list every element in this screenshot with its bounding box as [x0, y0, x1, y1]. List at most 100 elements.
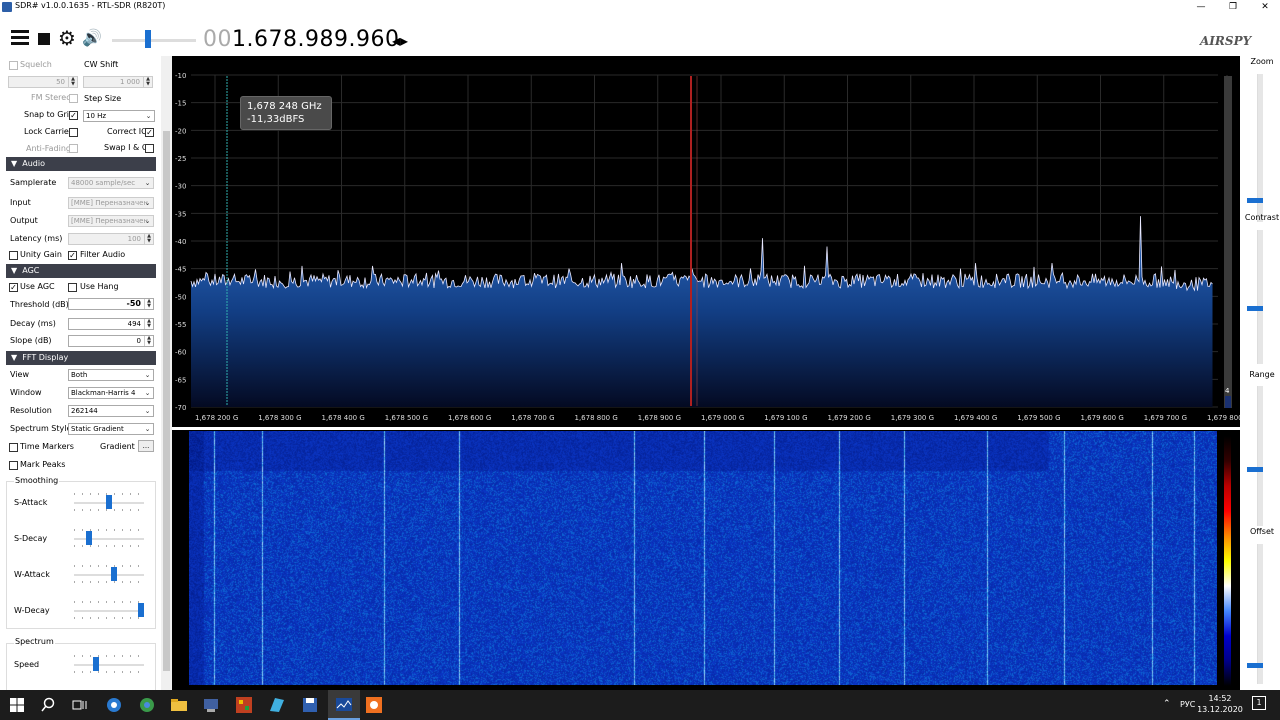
- speed-slider[interactable]: [74, 655, 144, 673]
- w-decay-slider[interactable]: [74, 601, 144, 619]
- left-panel-scrollbar[interactable]: [161, 56, 172, 690]
- recorder-app-icon[interactable]: [364, 695, 384, 715]
- x-tick-label: 1,678 400 G: [322, 414, 365, 422]
- stop-icon[interactable]: [38, 33, 50, 45]
- waterfall-colorbar: [1224, 436, 1231, 686]
- task-view-icon[interactable]: [70, 695, 90, 715]
- s-attack-knob[interactable]: [106, 495, 112, 509]
- notification-icon[interactable]: 1: [1252, 696, 1266, 710]
- frequency-value[interactable]: 1.678.989.960: [232, 27, 399, 52]
- notes-app-icon[interactable]: [267, 695, 287, 715]
- s-decay-knob[interactable]: [85, 531, 92, 545]
- sdrsharp-icon: [336, 698, 352, 711]
- gear-icon[interactable]: ⚙: [58, 28, 76, 48]
- samplerate-select[interactable]: 48000 sample/sec ⌄: [68, 177, 154, 189]
- step-size-select[interactable]: 10 Hz ⌄: [83, 110, 155, 122]
- s-decay-slider[interactable]: [74, 529, 144, 547]
- view-select[interactable]: Both ⌄: [68, 369, 154, 381]
- speaker-icon[interactable]: 🔊: [82, 30, 102, 46]
- window-select[interactable]: Blackman-Harris 4 ⌄: [68, 387, 154, 399]
- save-app-icon[interactable]: [300, 695, 320, 715]
- menu-icon[interactable]: [11, 30, 29, 46]
- anti-fading-checkbox[interactable]: [69, 144, 78, 153]
- volume-slider-track[interactable]: [112, 39, 196, 42]
- tooltip-frequency: 1,678 248 GHz: [247, 101, 322, 112]
- clock-time: 14:52: [1208, 694, 1232, 703]
- slope-input[interactable]: 0 ▲ ▼: [68, 335, 154, 347]
- sdrsharp-taskbar-button[interactable]: [328, 690, 360, 720]
- threshold-input[interactable]: -50 ▲ ▼: [68, 298, 154, 310]
- use-agc-checkbox[interactable]: ✓: [9, 283, 18, 292]
- left-panel-scrollbar-thumb[interactable]: [163, 131, 170, 671]
- audio-section-header[interactable]: ▼ Audio: [6, 157, 156, 171]
- filter-audio-checkbox[interactable]: ✓: [68, 251, 77, 260]
- input-select[interactable]: [MME] Переназначен ⌄: [68, 197, 154, 209]
- frequency-display[interactable]: 001.678.989.960: [203, 27, 399, 52]
- cursor-tooltip: 1,678 248 GHz -11,33dBFS: [240, 96, 332, 130]
- frequency-arrows-icon[interactable]: ◂▸: [392, 31, 408, 50]
- folder-icon[interactable]: [169, 695, 189, 715]
- contrast-slider[interactable]: [1257, 230, 1263, 364]
- use-hang-checkbox[interactable]: [68, 283, 77, 292]
- contrast-knob[interactable]: [1247, 306, 1263, 311]
- x-tick-label: 1,678 600 G: [448, 414, 491, 422]
- unity-gain-checkbox[interactable]: [9, 251, 18, 260]
- speed-knob[interactable]: [93, 657, 100, 671]
- correct-iq-checkbox[interactable]: ✓: [145, 128, 154, 137]
- w-decay-knob[interactable]: [138, 603, 144, 617]
- swap-iq-checkbox[interactable]: [145, 144, 154, 153]
- windows-taskbar: ⌃ РУС 14:52 13.12.2020 1: [0, 690, 1280, 720]
- network-app-icon[interactable]: [201, 695, 221, 715]
- offset-knob[interactable]: [1247, 663, 1263, 668]
- zoom-knob[interactable]: [1247, 198, 1263, 203]
- snap-to-grid-checkbox[interactable]: ✓: [69, 111, 78, 120]
- chrome-icon[interactable]: [137, 695, 157, 715]
- resolution-select[interactable]: 262144 ⌄: [68, 405, 154, 417]
- x-tick-label: 1,678 900 G: [638, 414, 681, 422]
- smoothing-label: Smoothing: [14, 476, 60, 485]
- cw-shift-input[interactable]: 1 000 ▲ ▼: [83, 76, 153, 88]
- range-label: Range: [1249, 370, 1275, 379]
- output-select[interactable]: [MME] Переназначен ⌄: [68, 215, 154, 227]
- spectrum-display[interactable]: -10 -15 -20 -25 -30 -35 -40 -45 -50 -55 -60 -65 -70 …: [172, 56, 1240, 690]
- restore-button[interactable]: ❐: [1218, 0, 1248, 14]
- frequency-leading-zeros: 00: [203, 27, 232, 52]
- latency-input[interactable]: 100 ▲ ▼: [68, 233, 154, 245]
- search-icon[interactable]: [38, 695, 58, 715]
- close-button[interactable]: ✕: [1250, 0, 1280, 14]
- windows-start-icon[interactable]: [7, 695, 27, 715]
- lock-carrier-checkbox[interactable]: [69, 128, 78, 137]
- zoom-label: Zoom: [1250, 57, 1274, 66]
- range-knob[interactable]: [1247, 467, 1263, 472]
- x-tick-label: 1,679 000 G: [701, 414, 744, 422]
- browser-icon[interactable]: [104, 695, 124, 715]
- time-markers-checkbox[interactable]: [9, 443, 18, 452]
- grid-app-icon[interactable]: [234, 695, 254, 715]
- fft-display-section-header[interactable]: ▼ FFT Display: [6, 351, 156, 365]
- w-attack-label: W-Attack: [14, 570, 50, 579]
- language-indicator[interactable]: РУС: [1180, 700, 1195, 709]
- minimize-button[interactable]: —: [1186, 0, 1216, 14]
- fm-stereo-checkbox[interactable]: [69, 94, 78, 103]
- resolution-label: Resolution: [10, 406, 52, 415]
- agc-section-header[interactable]: ▼ AGC: [6, 264, 156, 278]
- mark-peaks-checkbox[interactable]: [9, 461, 18, 470]
- spectrum-style-select[interactable]: Static Gradient ⌄: [68, 423, 154, 435]
- spectrum-trace: [190, 216, 1213, 292]
- squelch-input[interactable]: 50 ▲ ▼: [8, 76, 78, 88]
- system-clock[interactable]: 14:52 13.12.2020: [1196, 693, 1244, 715]
- s-attack-slider[interactable]: [74, 493, 144, 511]
- decay-input[interactable]: 494 ▲ ▼: [68, 318, 154, 330]
- w-attack-knob[interactable]: [111, 567, 118, 581]
- spectrum-fill: [191, 216, 1213, 407]
- range-slider[interactable]: [1257, 386, 1263, 526]
- volume-slider-thumb[interactable]: [145, 30, 151, 48]
- waterfall-display[interactable]: [189, 431, 1217, 685]
- squelch-checkbox[interactable]: [9, 61, 18, 70]
- w-attack-slider[interactable]: [74, 565, 144, 583]
- tray-chevron-up-icon[interactable]: ⌃: [1163, 699, 1171, 709]
- gradient-button[interactable]: ...: [138, 440, 154, 452]
- chevron-down-icon: ⌄: [145, 112, 152, 120]
- threshold-label: Threshold (dB): [10, 300, 69, 309]
- x-tick-label: 1,678 700 G: [511, 414, 554, 422]
